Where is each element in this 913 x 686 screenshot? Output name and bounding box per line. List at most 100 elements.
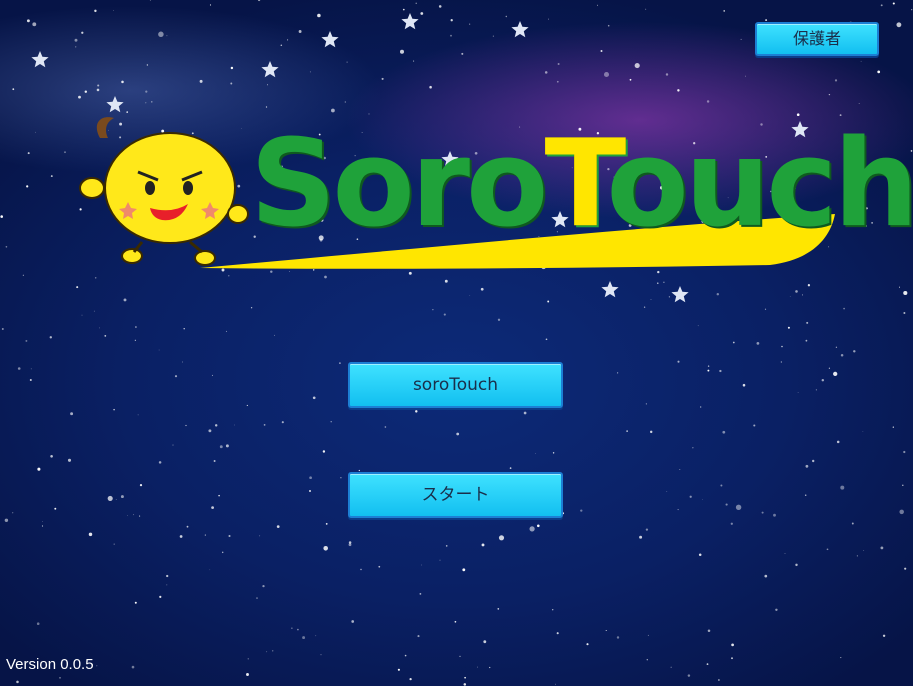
star-dot [647, 634, 649, 636]
star-dot [115, 499, 117, 501]
star-dot [421, 564, 423, 566]
star-dot [740, 38, 742, 40]
star-dot [634, 63, 640, 69]
star-dot [720, 484, 723, 487]
star-dot [605, 629, 607, 632]
star-dot [463, 683, 467, 686]
start-button[interactable]: スタート [348, 472, 563, 518]
star-dot [795, 290, 798, 293]
star-dot [96, 88, 100, 92]
star-dot [159, 595, 162, 599]
star-dot [586, 643, 589, 646]
star-dot [127, 515, 128, 517]
star-dot [272, 650, 274, 652]
star-dot [211, 506, 214, 509]
version-label: Version 0.0.5 [6, 656, 94, 673]
star-dot [773, 513, 776, 517]
star-dot [835, 346, 838, 348]
star-dot [134, 339, 136, 341]
star-dot [439, 559, 441, 561]
star-dot [804, 494, 807, 496]
star-dot [30, 368, 32, 370]
star-dot [860, 60, 862, 62]
star-dot [836, 440, 840, 444]
star-dot [123, 298, 127, 302]
star-dot [120, 495, 124, 499]
star-dot [230, 82, 233, 85]
star-dot [643, 306, 646, 308]
star-dot [107, 495, 113, 501]
star-dot [730, 522, 733, 525]
star-dot [360, 568, 362, 571]
title-screen: SoroTouch 保護者 soroTouch スタート Version 0.0… [0, 0, 913, 686]
star-dot [199, 79, 203, 83]
star-dot [787, 326, 790, 329]
star-dot [381, 77, 384, 80]
star-dot [348, 543, 352, 547]
star-dot [700, 406, 702, 408]
star-dot [208, 429, 212, 433]
star-dot [257, 0, 261, 2]
star-dot [903, 290, 908, 296]
star-dot [780, 361, 782, 363]
guardian-button[interactable]: 保護者 [755, 22, 879, 56]
star-dot [417, 635, 420, 638]
star-dot [67, 458, 72, 462]
star-dot [312, 396, 316, 400]
star-dot [464, 676, 466, 679]
star-dot [756, 342, 760, 345]
star-dot [692, 447, 694, 449]
star-dot [911, 9, 913, 11]
star-dot [230, 66, 234, 70]
star-dot [17, 367, 21, 370]
star-dot [317, 13, 321, 18]
logo-text-mid: T [544, 115, 611, 254]
star-dot [456, 432, 460, 436]
star-dot [322, 450, 326, 453]
star-dot [444, 279, 448, 283]
star-shape [601, 281, 619, 298]
star-dot [358, 469, 360, 472]
star-dot [670, 666, 672, 668]
star-dot [706, 663, 709, 665]
star-dot [259, 535, 261, 537]
star-dot [78, 95, 81, 99]
star-dot [828, 367, 831, 369]
star-dot [462, 568, 466, 572]
sorotouch-button[interactable]: soroTouch [348, 362, 563, 408]
star-dot [882, 634, 886, 637]
star-dot [697, 325, 699, 327]
star-dot [211, 374, 213, 376]
star-dot [12, 512, 14, 514]
star-dot [557, 63, 560, 65]
star-dot [735, 504, 742, 511]
star-dot [36, 622, 40, 625]
star-dot [707, 369, 710, 372]
star-dot [59, 677, 61, 679]
star-dot [469, 23, 471, 25]
star-dot [166, 584, 168, 586]
star-dot [552, 452, 555, 454]
star-dot [75, 46, 77, 48]
star-dot [42, 521, 44, 522]
star-dot [677, 360, 680, 363]
star-dot [225, 444, 229, 448]
star-dot [645, 403, 648, 405]
star-dot [221, 551, 224, 554]
star-dot [315, 635, 317, 637]
star-dot [534, 452, 536, 454]
star-dot [880, 4, 883, 7]
star-dot [97, 84, 100, 87]
star-dot [677, 509, 679, 511]
star-dot [281, 421, 284, 424]
star-dot [552, 609, 554, 611]
star-dot [246, 673, 249, 676]
star-dot [12, 88, 15, 91]
star-dot [668, 296, 670, 298]
star-dot [344, 101, 346, 103]
star-dot [247, 658, 249, 660]
star-dot [274, 334, 275, 336]
star-dot [706, 100, 710, 103]
star-dot [764, 308, 767, 310]
star-dot [415, 2, 417, 4]
